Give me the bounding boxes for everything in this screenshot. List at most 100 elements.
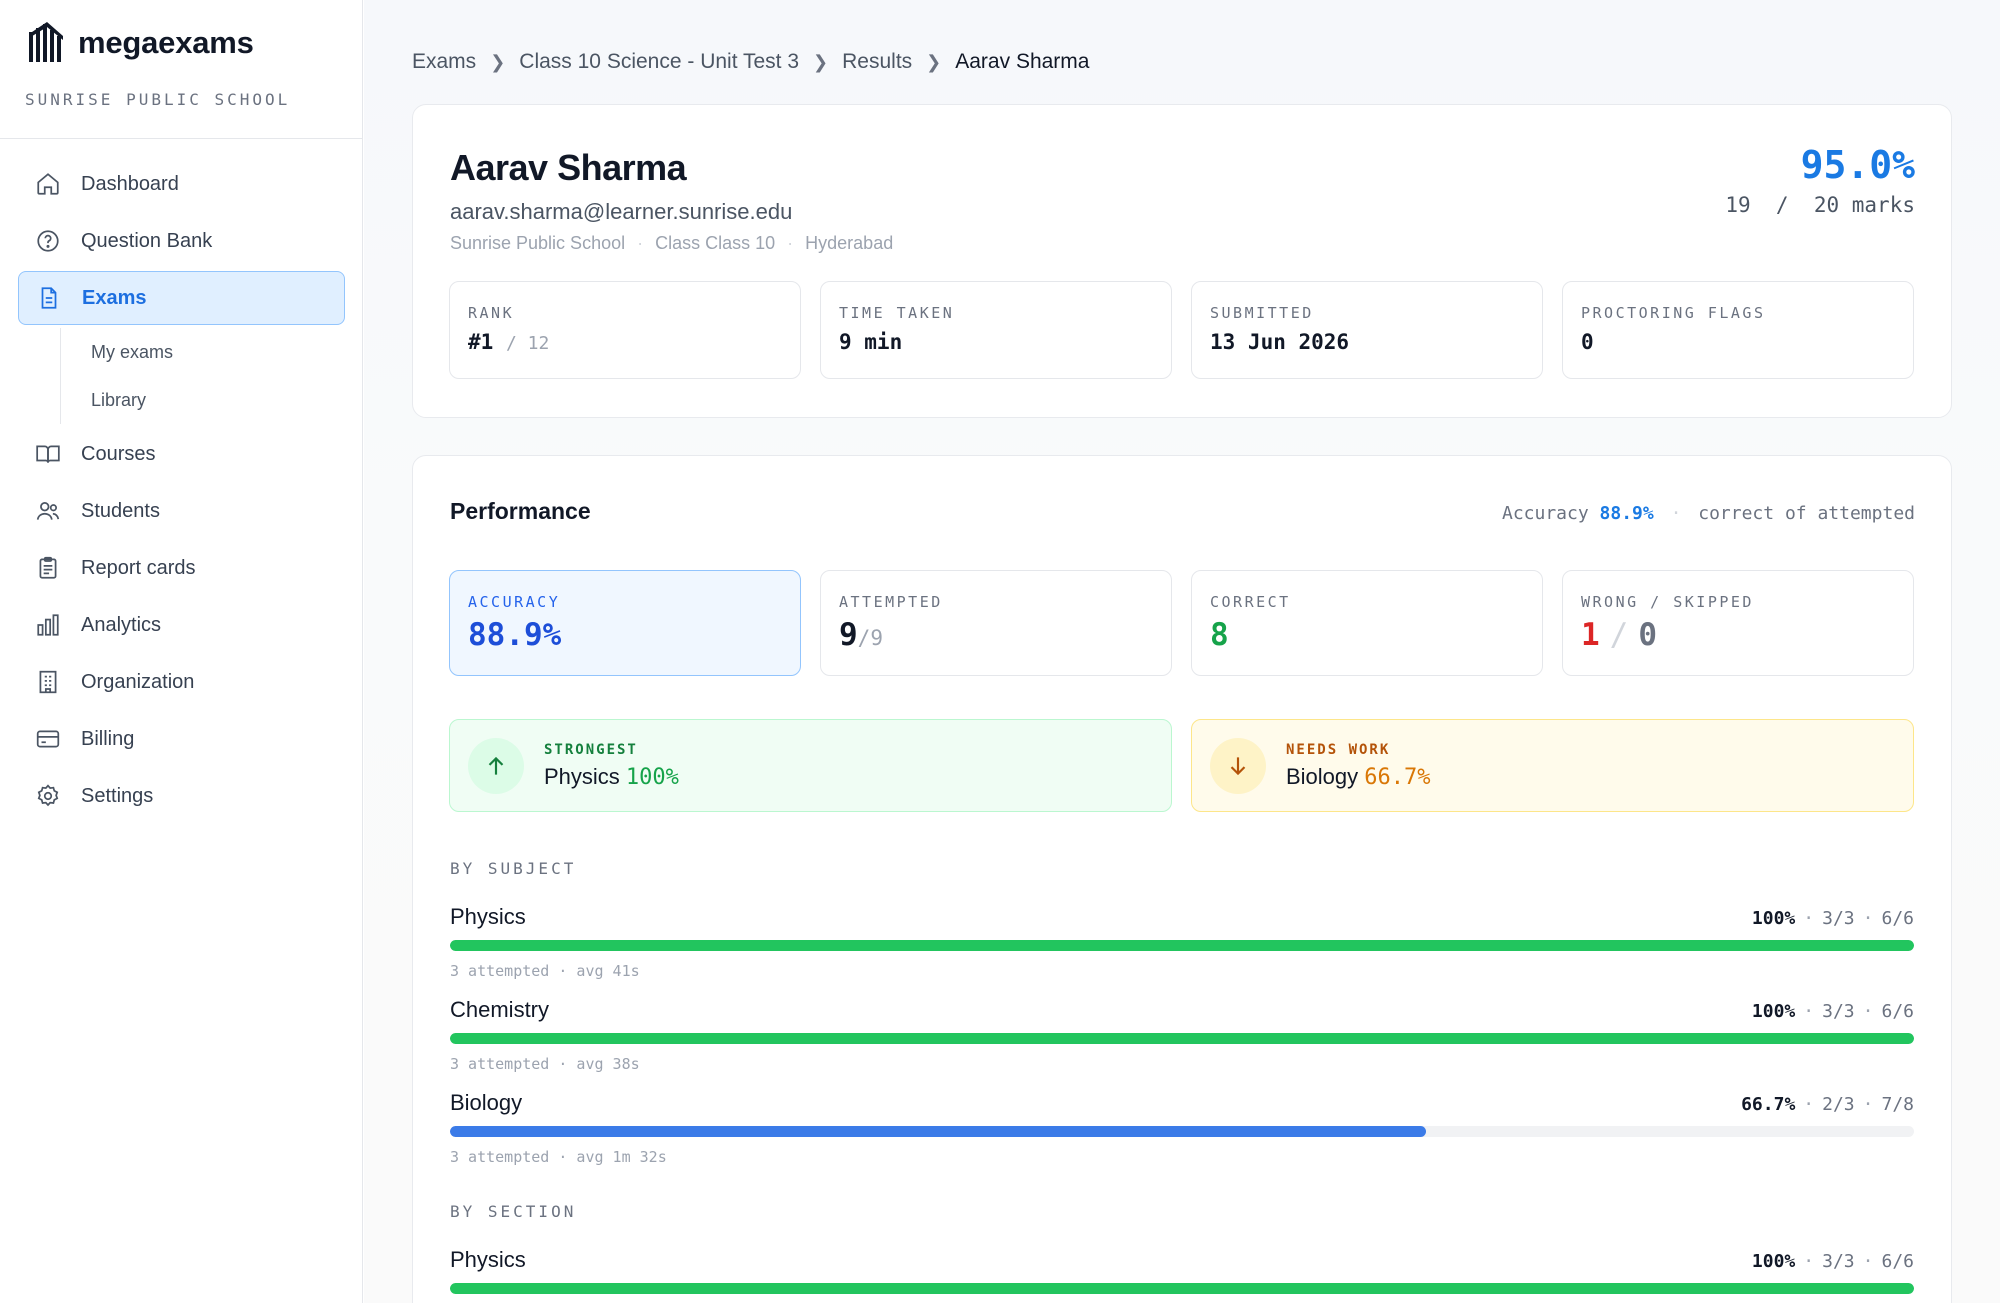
time-taken-label: TIME TAKEN: [839, 304, 955, 322]
subject-pct: 100%: [1751, 908, 1796, 929]
breadcrumb-exams[interactable]: Exams: [412, 50, 476, 74]
student-class: Class Class 10: [655, 233, 776, 253]
subject-marks: 7/8: [1881, 1094, 1914, 1115]
separator-dot: ·: [1862, 908, 1874, 929]
sidebar-item-label: Students: [81, 499, 160, 522]
progress-bar: [450, 1126, 1914, 1137]
separator-dot: ·: [637, 233, 644, 253]
subject-stats: 100% · 3/3 · 6/6: [1752, 1001, 1914, 1022]
accuracy-summary: Accuracy 88.9% · correct of attempted: [1502, 503, 1915, 524]
megaexams-logo-icon: [29, 22, 63, 62]
strongest-subject-name: Physics: [544, 763, 620, 789]
progress-bar-fill: [450, 940, 1914, 951]
sidebar-item-label: Courses: [81, 442, 156, 465]
needs-work-subject-name: Biology: [1286, 763, 1359, 789]
subject-name: Chemistry: [450, 997, 550, 1022]
student-city: Hyderabad: [805, 233, 894, 253]
score-marks: 19 / 20 marks: [1725, 193, 1915, 217]
home-icon: [37, 173, 59, 195]
attempted-value: 9/9: [839, 617, 1153, 653]
breadcrumb-exam[interactable]: Class 10 Science - Unit Test 3: [519, 50, 799, 74]
progress-bar-fill: [450, 1126, 1427, 1137]
school-name: SUNRISE PUBLIC SCHOOL: [25, 90, 291, 109]
attempted-label: ATTEMPTED: [839, 593, 943, 611]
sidebar-item-label: Dashboard: [81, 172, 179, 195]
wrong-skipped-metric: WRONG / SKIPPED 1/0: [1562, 570, 1914, 676]
sidebar-subitem-library[interactable]: Library: [61, 376, 345, 424]
subject-stats: 100% · 3/3 · 6/6: [1752, 1251, 1914, 1272]
sidebar-item-analytics[interactable]: Analytics: [18, 598, 345, 652]
sidebar-item-courses[interactable]: Courses: [18, 427, 345, 481]
needs-work-subject: Biology 66.7%: [1286, 764, 1431, 790]
score-percentage: 95.0%: [1800, 143, 1915, 187]
sidebar-item-label: Organization: [81, 670, 195, 693]
student-email: aarav.sharma@learner.sunrise.edu: [450, 199, 793, 224]
sidebar-item-billing[interactable]: Billing: [18, 712, 345, 766]
progress-bar: [450, 1033, 1914, 1044]
student-name: Aarav Sharma: [450, 147, 687, 188]
submitted-value: 13 Jun 2026: [1210, 330, 1350, 354]
brand[interactable]: megaexams: [28, 22, 254, 64]
performance-card: Performance Accuracy 88.9% · correct of …: [412, 455, 1952, 1303]
sidebar-item-exams[interactable]: Exams: [18, 271, 345, 325]
separator-dot: ·: [1862, 1094, 1874, 1115]
separator-dot: ·: [1803, 1094, 1815, 1115]
time-taken-value: 9 min: [839, 330, 903, 354]
separator-dot: ·: [787, 233, 794, 253]
needs-work-subject-card: NEEDS WORK Biology 66.7%: [1191, 719, 1914, 812]
subject-correct: 3/3: [1822, 908, 1855, 929]
breadcrumb-results[interactable]: Results: [842, 50, 912, 74]
sidebar-item-students[interactable]: Students: [18, 484, 345, 538]
needs-work-label: NEEDS WORK: [1286, 741, 1391, 758]
sidebar-item-label: Exams: [82, 286, 147, 309]
sidebar: megaexams SUNRISE PUBLIC SCHOOL Dashboar…: [0, 0, 363, 1303]
subject-stats: 66.7% · 2/3 · 7/8: [1741, 1094, 1914, 1115]
needs-work-subject-pct: 66.7%: [1364, 764, 1431, 790]
subject-pct: 66.7%: [1741, 1094, 1796, 1115]
subject-row: Physics 100% · 3/3 · 6/6 3 attempted · avg 41s: [450, 904, 1914, 980]
attempted-metric: ATTEMPTED 9/9: [820, 570, 1172, 676]
document-icon: [41, 287, 57, 309]
wrong-skipped-value: 1/0: [1581, 617, 1895, 653]
by-subject-label: BY SUBJECT: [450, 859, 577, 878]
student-school: Sunrise Public School: [450, 233, 626, 253]
sidebar-item-label: Analytics: [81, 613, 162, 636]
proctoring-flags-value: 0: [1581, 330, 1594, 354]
strongest-text: STRONGEST Physics 100%: [544, 742, 679, 790]
attempted-count: 9: [839, 617, 858, 653]
needs-work-text: NEEDS WORK Biology 66.7%: [1286, 742, 1431, 790]
chevron-right-icon: ❯: [813, 51, 829, 72]
subject-name: Physics: [450, 904, 526, 929]
accuracy-summary-value: 88.9%: [1599, 503, 1654, 524]
subject-pct: 100%: [1751, 1001, 1796, 1022]
chevron-right-icon: ❯: [926, 51, 942, 72]
sidebar-item-organization[interactable]: Organization: [18, 655, 345, 709]
clipboard-icon: [39, 556, 57, 579]
users-icon: [36, 502, 60, 520]
sidebar-item-settings[interactable]: Settings: [18, 769, 345, 823]
sidebar-subitem-my-exams[interactable]: My exams: [61, 328, 345, 376]
submitted-stat: SUBMITTED 13 Jun 2026: [1191, 281, 1543, 379]
submitted-label: SUBMITTED: [1210, 304, 1314, 322]
progress-bar-fill: [450, 1033, 1914, 1044]
separator-dot: ·: [1803, 908, 1815, 929]
subject-name: Biology: [450, 1090, 523, 1115]
subject-name: Physics: [450, 1247, 526, 1272]
highlight-row: STRONGEST Physics 100% NEEDS WORK Biolog…: [449, 719, 1914, 812]
book-open-icon: [36, 445, 60, 463]
sidebar-item-question-bank[interactable]: Question Bank: [18, 214, 345, 268]
exams-submenu: My exams Library: [60, 328, 345, 424]
sidebar-item-report-cards[interactable]: Report cards: [18, 541, 345, 595]
subject-correct: 2/3: [1822, 1094, 1855, 1115]
attempted-total: /9: [857, 626, 883, 650]
chevron-right-icon: ❯: [490, 51, 506, 72]
correct-label: CORRECT: [1210, 593, 1291, 611]
wrong-skipped-label: WRONG / SKIPPED: [1581, 593, 1754, 611]
subject-row: Biology 66.7% · 2/3 · 7/8 3 attempted · avg 1m…: [450, 1090, 1914, 1166]
skipped-count: 0: [1638, 617, 1658, 653]
rank-total: / 12: [505, 333, 550, 354]
sidebar-item-label: Report cards: [81, 556, 196, 579]
progress-bar: [450, 1283, 1914, 1294]
sidebar-item-dashboard[interactable]: Dashboard: [18, 157, 345, 211]
separator-dot: ·: [1862, 1001, 1874, 1022]
